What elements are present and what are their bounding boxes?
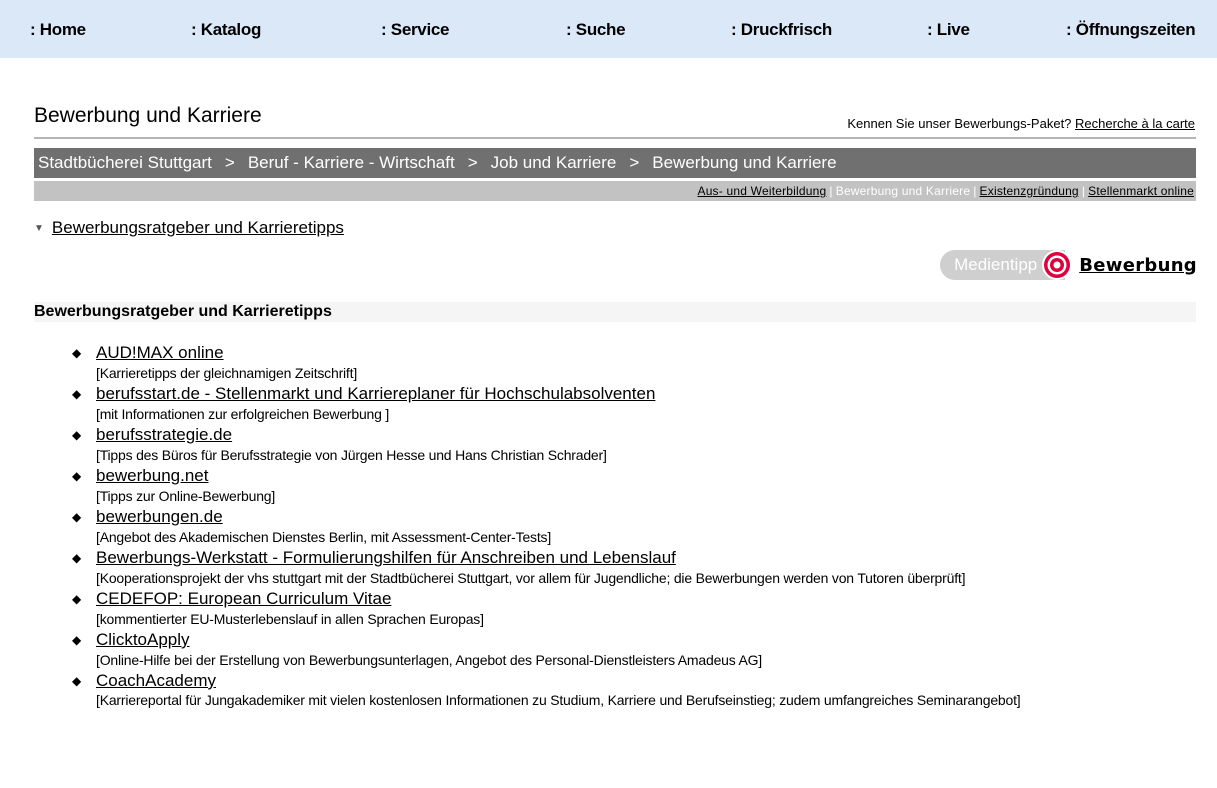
diamond-bullet-icon: ◆ <box>72 674 82 688</box>
diamond-bullet-icon: ◆ <box>72 592 82 606</box>
list-item-link[interactable]: Bewerbungs-Werkstatt - Formulierungshilf… <box>96 548 1206 567</box>
list-item: ◆ Bewerbungs-Werkstatt - Formulierungshi… <box>72 548 1206 589</box>
breadcrumb-current: Bewerbung und Karriere <box>652 153 837 172</box>
breadcrumb-item[interactable]: Stadtbücherei Stuttgart <box>38 153 212 172</box>
diamond-bullet-icon: ◆ <box>72 551 82 565</box>
list-item: ◆ CEDEFOP: European Curriculum Vitae [ko… <box>72 589 1206 630</box>
diamond-bullet-icon: ◆ <box>72 346 82 360</box>
breadcrumb-separator: > <box>224 153 235 172</box>
breadcrumb-item[interactable]: Job und Karriere <box>491 153 617 172</box>
nav-live[interactable]: : Live <box>927 20 970 40</box>
title-divider <box>34 137 1196 139</box>
list-item: ◆ berufsstart.de - Stellenmarkt und Karr… <box>72 384 1206 425</box>
list-item-description: [Tipps zur Online-Bewerbung] <box>96 488 276 504</box>
list-item: ◆ CoachAcademy [Karriereportal für Junga… <box>72 671 1206 711</box>
list-item: ◆ bewerbungen.de [Angebot des Akademisch… <box>72 507 1206 548</box>
anchor-link[interactable]: Bewerbungsratgeber und Karrieretipps <box>52 218 344 237</box>
list-item-link[interactable]: bewerbung.net <box>96 466 1206 485</box>
list-item-link[interactable]: AUD!MAX online <box>96 343 1206 362</box>
list-item: ◆ AUD!MAX online [Karrieretipps der glei… <box>72 343 1206 384</box>
top-navigation: : Home : Katalog : Service : Suche : Dru… <box>0 0 1217 58</box>
list-item: ◆ bewerbung.net [Tipps zur Online-Bewerb… <box>72 466 1206 507</box>
list-item-description: [mit Informationen zur erfolgreichen Bew… <box>96 406 390 422</box>
list-item-description: [Tipps des Büros für Berufsstrategie von… <box>96 447 607 463</box>
list-item-description: [Karriereportal für Jungakademiker mit v… <box>96 692 1021 708</box>
nav-home[interactable]: : Home <box>30 20 86 40</box>
medientipp-badge: Medientipp Bewerbung <box>940 249 1197 283</box>
list-item: ◆ berufsstrategie.de [Tipps des Büros fü… <box>72 425 1206 466</box>
promo-text: Kennen Sie unser Bewerbungs-Paket? Reche… <box>847 116 1195 131</box>
promo-question: Kennen Sie unser Bewerbungs-Paket? <box>847 116 1072 131</box>
medientipp-link[interactable]: Bewerbung <box>1079 255 1197 276</box>
diamond-bullet-icon: ◆ <box>72 387 82 401</box>
triangle-down-icon: ▼ <box>34 223 44 234</box>
diamond-bullet-icon: ◆ <box>72 633 82 647</box>
section-header: Bewerbungsratgeber und Karrieretipps <box>34 302 1196 322</box>
page-title: Bewerbung und Karriere <box>34 104 262 127</box>
list-item-link[interactable]: CoachAcademy <box>96 671 1206 690</box>
breadcrumb-item[interactable]: Beruf - Karriere - Wirtschaft <box>248 153 455 172</box>
list-item-description: [Angebot des Akademischen Dienstes Berli… <box>96 529 552 545</box>
subnav-separator: | <box>973 184 977 198</box>
subnav-bewerbung-und-karriere: Bewerbung und Karriere <box>835 184 971 198</box>
nav-druckfrisch[interactable]: : Druckfrisch <box>731 20 832 40</box>
nav-oeffnungszeiten[interactable]: : Öffnungszeiten <box>1066 20 1196 40</box>
link-list: ◆ AUD!MAX online [Karrieretipps der glei… <box>72 343 1206 711</box>
nav-katalog[interactable]: : Katalog <box>191 20 261 40</box>
subnav-stellenmarkt-online[interactable]: Stellenmarkt online <box>1088 184 1194 198</box>
breadcrumb-separator: > <box>629 153 640 172</box>
diamond-bullet-icon: ◆ <box>72 469 82 483</box>
list-item-description: [Karrieretipps der gleichnamigen Zeitsch… <box>96 365 358 381</box>
list-item-description: [kommentierter EU-Musterlebenslauf in al… <box>96 611 484 627</box>
target-icon <box>1041 249 1073 281</box>
list-item-link[interactable]: berufsstart.de - Stellenmarkt und Karrie… <box>96 384 1206 403</box>
nav-suche[interactable]: : Suche <box>566 20 626 40</box>
sub-navigation: Aus- und Weiterbildung | Bewerbung und Kar… <box>34 181 1196 201</box>
list-item-link[interactable]: CEDEFOP: European Curriculum Vitae <box>96 589 1206 608</box>
breadcrumb: Stadtbücherei Stuttgart > Beruf - Karriere… <box>34 148 1196 178</box>
subnav-existenzgruendung[interactable]: Existenzgründung <box>980 184 1079 198</box>
list-item: ◆ ClicktoApply [Online-Hilfe bei der Ers… <box>72 630 1206 671</box>
list-item-description: [Online-Hilfe bei der Erstellung von Bew… <box>96 652 762 668</box>
list-item-link[interactable]: berufsstrategie.de <box>96 425 1206 444</box>
list-item-description: [Kooperationsprojekt der vhs stuttgart m… <box>96 570 966 586</box>
subnav-separator: | <box>829 184 833 198</box>
list-item-link[interactable]: ClicktoApply <box>96 630 1206 649</box>
diamond-bullet-icon: ◆ <box>72 510 82 524</box>
nav-service[interactable]: : Service <box>381 20 449 40</box>
promo-link[interactable]: Recherche à la carte <box>1075 116 1195 131</box>
subnav-aus-und-weiterbildung[interactable]: Aus- und Weiterbildung <box>697 184 826 198</box>
subnav-separator: | <box>1081 184 1086 198</box>
diamond-bullet-icon: ◆ <box>72 428 82 442</box>
breadcrumb-separator: > <box>467 153 478 172</box>
list-item-link[interactable]: bewerbungen.de <box>96 507 1206 526</box>
anchor-link-row: ▼ Bewerbungsratgeber und Karrieretipps <box>34 218 344 238</box>
